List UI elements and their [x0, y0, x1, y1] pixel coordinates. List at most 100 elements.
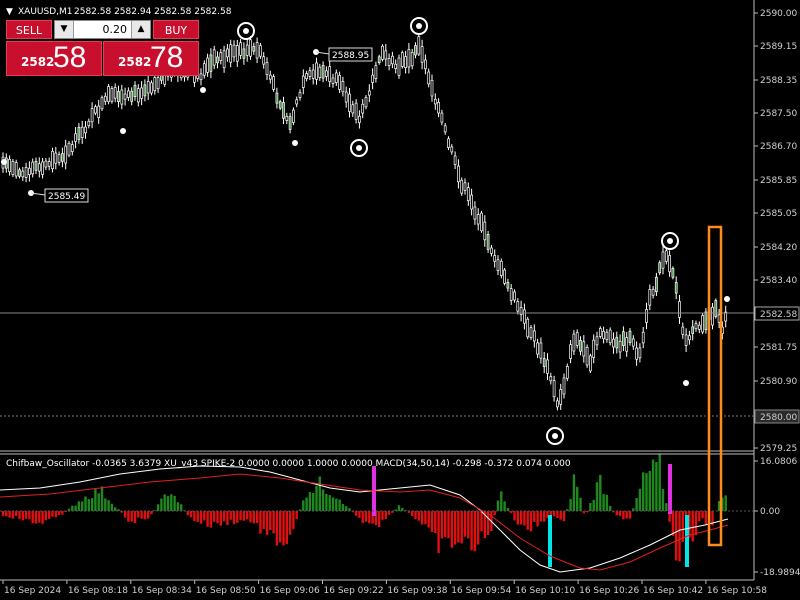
- candle-body: [572, 333, 576, 352]
- histogram-bar: [678, 511, 681, 562]
- price-tick-label: 2590.00: [760, 9, 797, 19]
- histogram-bar: [308, 492, 312, 511]
- buy-price-button[interactable]: 2582 78: [103, 41, 199, 76]
- candle-body: [28, 167, 31, 175]
- candle-body: [371, 74, 374, 83]
- candle-body: [602, 330, 605, 340]
- histogram-bar: [516, 511, 519, 525]
- candle-body: [618, 340, 622, 353]
- candle-body: [61, 153, 64, 162]
- histogram-bar: [74, 505, 77, 511]
- histogram-bar: [358, 511, 361, 518]
- time-tick-label: 16 Sep 10:10: [515, 586, 575, 596]
- lot-size-input[interactable]: [74, 21, 131, 38]
- histogram-bar: [48, 511, 51, 519]
- candle-body: [54, 152, 58, 164]
- histogram-bar: [440, 511, 444, 539]
- histogram-bar: [87, 499, 90, 511]
- histogram-bar: [176, 502, 180, 511]
- histogram-bar: [661, 489, 665, 511]
- candle-body: [354, 102, 358, 120]
- candle-body: [701, 315, 704, 333]
- sub-tick-label: 0.00: [760, 507, 780, 517]
- price-tick-label: 2581.75: [760, 343, 797, 353]
- candle-body: [338, 74, 341, 90]
- price-tick-label: 2587.50: [760, 109, 797, 119]
- histogram-bar: [447, 511, 450, 539]
- candle-body: [127, 90, 130, 98]
- candle-body: [146, 80, 150, 94]
- histogram-bar: [526, 511, 529, 530]
- oscillator-pane[interactable]: [0, 453, 729, 573]
- candle-body: [133, 84, 137, 98]
- candle-body: [351, 104, 355, 114]
- histogram-bar: [460, 511, 463, 544]
- histogram-bar: [427, 511, 430, 528]
- histogram-bar: [361, 511, 364, 523]
- histogram-bar: [21, 511, 24, 521]
- histogram-bar: [450, 511, 453, 548]
- histogram-bar: [315, 485, 318, 511]
- candle-body: [381, 45, 384, 60]
- candle-body: [592, 339, 596, 358]
- one-click-trade-panel: SELL ▼ ▲ BUY 2582 58 2582 78: [6, 20, 199, 76]
- histogram-bar: [615, 511, 618, 516]
- candle-body: [417, 36, 421, 55]
- histogram-bar: [252, 511, 255, 524]
- candle-body: [651, 288, 655, 296]
- histogram-bar: [556, 511, 559, 518]
- sell-price-button[interactable]: 2582 58: [6, 41, 102, 76]
- histogram-bar: [424, 511, 427, 525]
- histogram-bar: [328, 495, 331, 511]
- price-tick-label: 2579.25: [760, 444, 797, 454]
- candle-body: [384, 50, 388, 60]
- histogram-bar: [457, 511, 460, 543]
- histogram-bar: [453, 511, 457, 545]
- lot-decrease-icon[interactable]: ▼: [55, 21, 74, 38]
- histogram-bar: [5, 511, 8, 517]
- ohlc-values: 2582.58 2582.94 2582.58 2582.58: [74, 7, 232, 17]
- histogram-bar: [180, 504, 183, 511]
- histogram-bar: [599, 474, 602, 511]
- candle-body: [123, 93, 127, 100]
- histogram-bar: [437, 511, 440, 554]
- swing-dot: [724, 296, 730, 302]
- candle-body: [394, 63, 398, 69]
- histogram-bar: [239, 511, 242, 521]
- histogram-bar: [130, 511, 133, 522]
- candle-body: [605, 331, 609, 340]
- dashed-level-label: 2580.00: [760, 413, 797, 423]
- candle-body: [232, 44, 236, 58]
- histogram-bar: [397, 505, 401, 511]
- histogram-bar: [434, 511, 437, 533]
- histogram-bar: [8, 511, 11, 518]
- candle-body: [272, 76, 275, 90]
- candle-body: [288, 116, 292, 130]
- candle-body: [120, 89, 124, 105]
- time-tick-label: 16 Sep 10:58: [707, 586, 767, 596]
- candle-body: [447, 138, 450, 148]
- candle-body: [328, 66, 332, 82]
- histogram-bar: [648, 470, 651, 511]
- candle-body: [404, 56, 407, 69]
- chart-area[interactable]: 2590.00 2589.15 2588.35 2587.50 2586.70 2585.…: [0, 0, 800, 600]
- symbol-triangle-icon[interactable]: ▼: [6, 7, 13, 17]
- histogram-bar: [255, 511, 259, 524]
- histogram-bar: [31, 511, 34, 524]
- swing-markers: [1, 17, 730, 445]
- swing-ring-dot: [552, 433, 558, 439]
- candle-body: [344, 91, 348, 103]
- candle-body: [391, 55, 394, 65]
- histogram-bar: [463, 511, 467, 537]
- histogram-bar: [209, 511, 213, 528]
- buy-button[interactable]: BUY: [153, 20, 199, 39]
- lot-increase-icon[interactable]: ▲: [131, 21, 150, 38]
- candle-body: [57, 154, 61, 163]
- swing-ring-dot: [356, 145, 362, 151]
- candle-body: [684, 334, 688, 346]
- price-pane[interactable]: [1, 17, 730, 445]
- candle-body: [318, 66, 322, 78]
- candle-body: [364, 97, 368, 108]
- sell-button[interactable]: SELL: [6, 20, 52, 39]
- candle-body: [90, 108, 94, 123]
